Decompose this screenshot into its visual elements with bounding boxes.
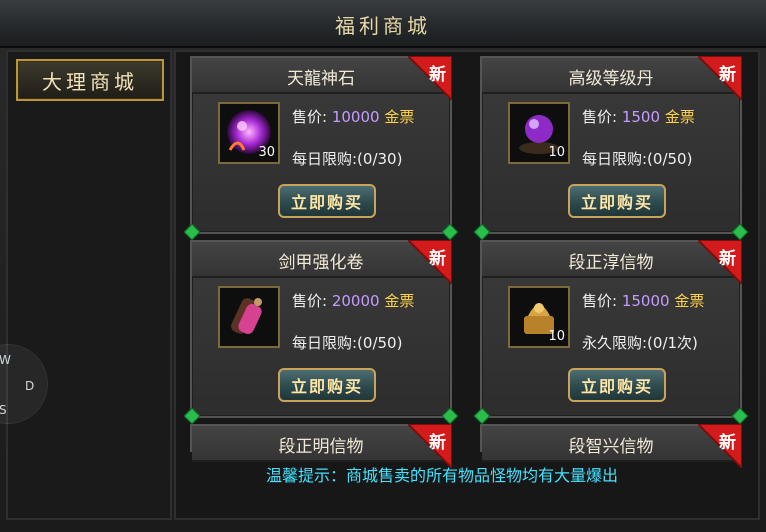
window-title: 福利商城 [335, 14, 431, 38]
price-value: 15000 [621, 292, 670, 310]
corner-gem-icon [473, 407, 491, 425]
corner-gem-icon [183, 407, 201, 425]
shop-item-card: 天龍神石 新 30 售价: 10000 金票 每日限购:(0/30) 立即购买 [183, 56, 459, 241]
corner-gem-icon [473, 223, 491, 241]
shop-item-card: 剑甲强化卷 新 售价: 20000 金票 每日限购:(0/50) 立即购买 [183, 240, 459, 425]
price-value: 10000 [331, 108, 380, 126]
shop-item-card: 段智兴信物 新 [480, 424, 742, 468]
buy-now-button[interactable]: 立即购买 [568, 184, 666, 218]
price-line: 售价: 1500 金票 [582, 106, 695, 127]
item-grid-panel: 天龍神石 新 30 售价: 10000 金票 每日限购:(0/30) 立即购买 … [174, 50, 760, 520]
shop-item-card: 段正淳信物 新 10 售价: 15000 金票 永久限购:(0/1次) 立即购买 [473, 240, 749, 425]
shop-item-card: 高级等级丹 新 10 售价: 1500 金票 每日限购:(0/50) 立即购买 [473, 56, 749, 241]
price-unit: 金票 [384, 292, 415, 310]
price-label: 售价: [292, 292, 328, 310]
price-unit: 金票 [674, 292, 705, 310]
corner-gem-icon [441, 407, 459, 425]
price-line: 售价: 15000 金票 [582, 290, 704, 311]
item-slot[interactable]: 30 [218, 102, 280, 164]
item-count: 30 [258, 145, 275, 160]
new-badge-label: 新 [719, 65, 736, 85]
purchase-limit: 每日限购:(0/50) [292, 334, 403, 352]
scroll-icon [231, 298, 262, 335]
buy-now-button[interactable]: 立即购买 [568, 368, 666, 402]
new-badge-label: 新 [719, 249, 736, 269]
buy-now-button[interactable]: 立即购买 [278, 184, 376, 218]
shop-sidebar: 大理商城 [6, 50, 172, 520]
item-count: 10 [548, 145, 565, 160]
title-bar: 福利商城 [0, 0, 766, 48]
item-slot[interactable]: 10 [508, 102, 570, 164]
price-line: 售价: 10000 金票 [292, 106, 414, 127]
shop-tip: 温馨提示：商城售卖的所有物品怪物均有大量爆出 [266, 466, 619, 485]
price-line: 售价: 20000 金票 [292, 290, 414, 311]
direction-s-label: S [0, 403, 7, 417]
direction-d-label: D [25, 379, 35, 393]
purchase-limit: 永久限购:(0/1次) [582, 334, 698, 352]
item-slot[interactable] [218, 286, 280, 348]
price-unit: 金票 [384, 108, 415, 126]
price-label: 售价: [292, 108, 328, 126]
corner-gem-icon [183, 223, 201, 241]
price-value: 20000 [331, 292, 380, 310]
tab-dali-shop[interactable]: 大理商城 [16, 59, 164, 101]
direction-w-label: W [0, 353, 11, 367]
price-label: 售价: [582, 292, 618, 310]
new-badge-label: 新 [719, 433, 736, 453]
new-badge-label: 新 [429, 249, 446, 269]
new-badge-label: 新 [429, 433, 446, 453]
corner-gem-icon [731, 407, 749, 425]
item-slot[interactable]: 10 [508, 286, 570, 348]
shop-window: 福利商城 大理商城 天龍神石 新 30 售价: 10000 金票 每日限购:(0… [0, 0, 766, 532]
new-badge-label: 新 [429, 65, 446, 85]
buy-now-button[interactable]: 立即购买 [278, 368, 376, 402]
corner-gem-icon [731, 223, 749, 241]
item-count: 10 [548, 329, 565, 344]
price-unit: 金票 [664, 108, 695, 126]
corner-gem-icon [441, 223, 459, 241]
purchase-limit: 每日限购:(0/30) [292, 150, 403, 168]
purchase-limit: 每日限购:(0/50) [582, 150, 693, 168]
shop-item-card: 段正明信物 新 [190, 424, 452, 468]
price-label: 售价: [582, 108, 618, 126]
price-value: 1500 [621, 108, 661, 126]
